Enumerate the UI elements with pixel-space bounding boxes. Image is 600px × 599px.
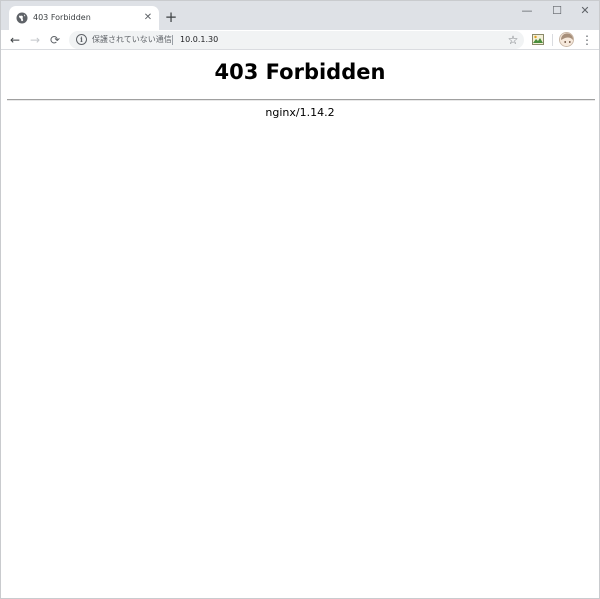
back-button[interactable]: ←	[7, 32, 23, 48]
globe-icon	[16, 12, 28, 24]
tab-close-icon[interactable]: ✕	[142, 12, 154, 24]
avatar-face-icon	[560, 33, 573, 46]
address-bar[interactable]: i 保護されていない通信 10.0.1.30 ☆	[69, 31, 524, 49]
toolbar-divider	[552, 34, 553, 46]
minimize-button[interactable]: —	[512, 2, 542, 20]
server-signature: nginx/1.14.2	[265, 106, 335, 119]
omnibox-divider	[172, 35, 173, 45]
maximize-button[interactable]: ☐	[542, 2, 572, 20]
horizontal-rule	[7, 99, 595, 101]
info-icon[interactable]: i	[76, 34, 87, 45]
reload-button[interactable]: ⟳	[47, 32, 63, 48]
page-heading: 403 Forbidden	[214, 60, 386, 84]
window-close-button[interactable]: ✕	[570, 2, 600, 20]
page-viewport: 403 Forbidden nginx/1.14.2	[1, 51, 599, 598]
security-status[interactable]: 保護されていない通信	[92, 34, 172, 46]
browser-toolbar: ← → ⟳ i 保護されていない通信 10.0.1.30 ☆ ⋮	[1, 30, 599, 50]
tab-active[interactable]: 403 Forbidden ✕	[9, 6, 159, 30]
new-tab-button[interactable]: +	[163, 9, 179, 25]
url-text[interactable]: 10.0.1.30	[180, 34, 218, 46]
tab-strip: 403 Forbidden ✕ + — ☐ ✕	[1, 1, 599, 30]
profile-avatar[interactable]	[559, 32, 574, 47]
tab-title: 403 Forbidden	[33, 13, 91, 22]
forward-button[interactable]: →	[27, 32, 43, 48]
browser-window: 403 Forbidden ✕ + — ☐ ✕ ← → ⟳ i 保護されていない…	[0, 0, 600, 599]
bookmark-star-icon[interactable]: ☆	[506, 33, 520, 47]
extension-image-icon[interactable]	[532, 34, 544, 45]
kebab-menu-icon[interactable]: ⋮	[581, 32, 593, 48]
